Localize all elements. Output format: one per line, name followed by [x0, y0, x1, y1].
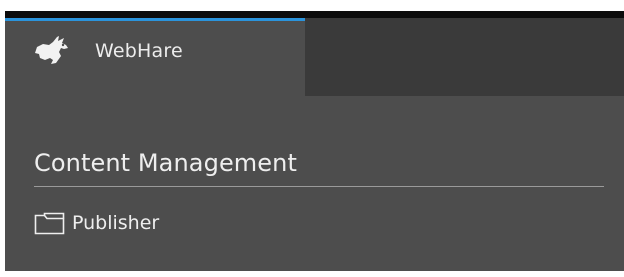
- app-title: WebHare: [95, 40, 183, 62]
- section-divider: [34, 186, 604, 187]
- app-window: WebHare Content Management Publisher: [5, 11, 624, 271]
- nav-item-publisher[interactable]: Publisher: [34, 208, 159, 238]
- rabbit-logo-icon: [33, 33, 71, 67]
- folder-icon: [34, 212, 65, 235]
- top-bar: [5, 11, 624, 18]
- tab-empty-area: [305, 18, 624, 96]
- tab-webhare[interactable]: WebHare: [5, 21, 305, 96]
- nav-item-label: Publisher: [72, 212, 160, 234]
- section-title: Content Management: [34, 149, 297, 177]
